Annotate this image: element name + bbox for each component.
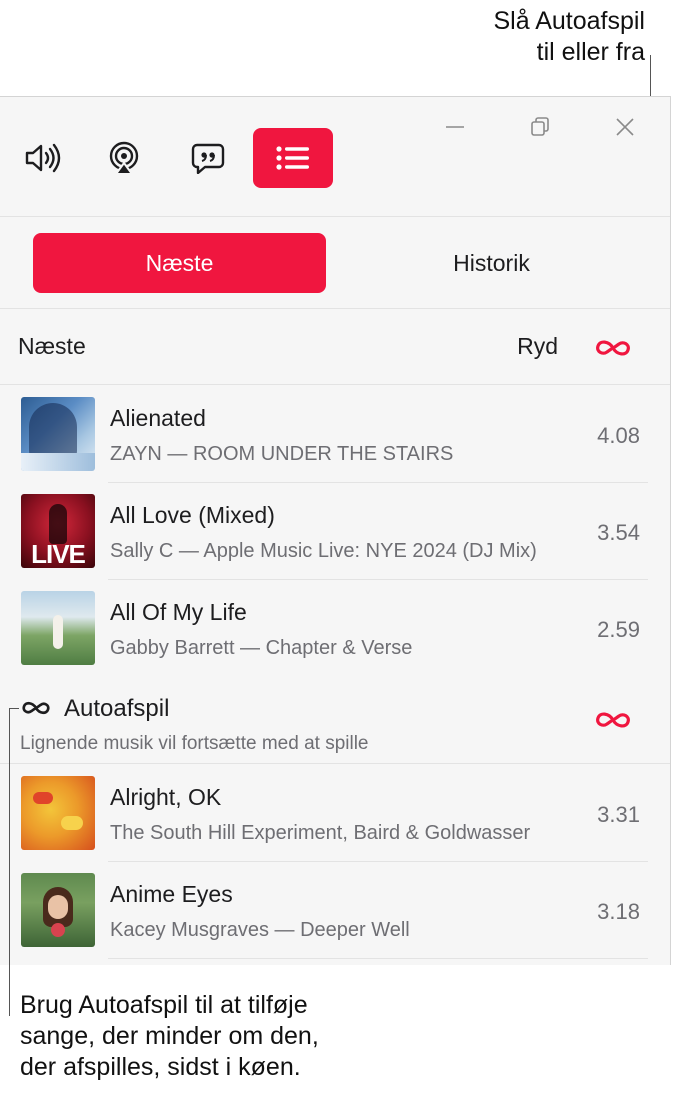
lyrics-quote-icon: [191, 143, 225, 174]
minimize-icon: [446, 126, 464, 128]
list-icon: [276, 146, 309, 170]
autoplay-toggle-button[interactable]: [593, 336, 633, 360]
volume-button[interactable]: [3, 128, 83, 188]
autoplay-divider: [0, 763, 670, 764]
queue-button[interactable]: [253, 128, 333, 188]
restore-icon: [531, 117, 549, 136]
track-title: Alienated: [110, 405, 206, 431]
row-separator: [108, 861, 648, 862]
close-icon: [616, 118, 634, 136]
list-item[interactable]: Anime Eyes Kacey Musgraves — Deeper Well…: [0, 863, 670, 960]
track-duration: 4.08: [597, 423, 640, 448]
row-separator: [108, 958, 648, 959]
album-art: [21, 776, 95, 850]
track-duration: 3.54: [597, 520, 640, 545]
track-subtitle: The South Hill Experiment, Baird & Goldw…: [110, 822, 531, 844]
list-item[interactable]: Alienated ZAYN — ROOM UNDER THE STAIRS 4…: [0, 387, 670, 484]
airplay-button[interactable]: [84, 128, 164, 188]
infinity-icon: [22, 701, 50, 715]
callout-bottom-line3: der afspilles, sidst i køen.: [20, 1053, 301, 1081]
tab-next-label: Næste: [145, 249, 214, 276]
callout-top-line1: Slå Autoafspil: [493, 7, 646, 35]
tab-history-label: Historik: [453, 249, 530, 276]
album-art: [21, 397, 95, 471]
track-subtitle: ZAYN — ROOM UNDER THE STAIRS: [110, 443, 454, 465]
speaker-wave-icon: [25, 143, 61, 173]
leader-line-bottom-horizontal: [9, 708, 19, 709]
queue-heading: Næste: [18, 333, 86, 359]
queue-panel: Næste Historik Næste Ryd Alienated ZAYN …: [0, 96, 671, 965]
toolbar-divider: [0, 216, 670, 217]
track-subtitle: Gabby Barrett — Chapter & Verse: [110, 637, 413, 659]
callout-bottom-line1: Brug Autoafspil til at tilføje: [20, 991, 308, 1019]
track-title: Anime Eyes: [110, 881, 233, 907]
infinity-icon: [596, 712, 630, 728]
tab-history[interactable]: Historik: [345, 233, 638, 293]
leader-line-bottom-vertical: [9, 708, 10, 1016]
toolbar: [0, 97, 670, 216]
album-art: [21, 591, 95, 665]
track-title: All Of My Life: [110, 599, 247, 625]
list-item[interactable]: Alright, OK The South Hill Experiment, B…: [0, 766, 670, 863]
callout-top-line2: til eller fra: [536, 38, 645, 66]
header-divider: [0, 384, 670, 385]
list-item[interactable]: LIVE All Love (Mixed) Sally C — Apple Mu…: [0, 484, 670, 581]
minimize-button[interactable]: [443, 115, 467, 139]
infinity-icon: [596, 340, 630, 356]
track-duration: 3.18: [597, 899, 640, 924]
track-duration: 3.31: [597, 802, 640, 827]
airplay-icon: [109, 141, 139, 175]
autoplay-title: Autoafspil: [64, 695, 170, 722]
list-item[interactable]: All Of My Life Gabby Barrett — Chapter &…: [0, 581, 670, 678]
row-separator: [108, 482, 648, 483]
clear-button[interactable]: Ryd: [517, 333, 558, 360]
restore-button[interactable]: [528, 115, 552, 139]
callout-bottom-line2: sange, der minder om den,: [20, 1022, 319, 1050]
callout-autoplay-toggle: Slå Autoafspil til eller fra: [494, 6, 646, 68]
track-subtitle: Kacey Musgraves — Deeper Well: [110, 919, 410, 941]
autoplay-toggle-button[interactable]: [593, 708, 633, 732]
tab-next[interactable]: Næste: [33, 233, 326, 293]
album-art: [21, 873, 95, 947]
queue-header: Næste Ryd: [0, 309, 670, 384]
autoplay-subtitle: Lignende musik vil fortsætte med at spil…: [20, 733, 369, 754]
album-art-text: LIVE: [31, 539, 86, 568]
track-duration: 2.59: [597, 617, 640, 642]
lyrics-button[interactable]: [168, 128, 248, 188]
album-art: LIVE: [21, 494, 95, 568]
callout-autoplay-explain: Brug Autoafspil til at tilføje sange, de…: [20, 990, 440, 1083]
track-title: Alright, OK: [110, 784, 222, 810]
track-subtitle: Sally C — Apple Music Live: NYE 2024 (DJ…: [110, 540, 537, 562]
track-title: All Love (Mixed): [110, 502, 275, 528]
row-separator: [108, 579, 648, 580]
close-button[interactable]: [613, 115, 637, 139]
